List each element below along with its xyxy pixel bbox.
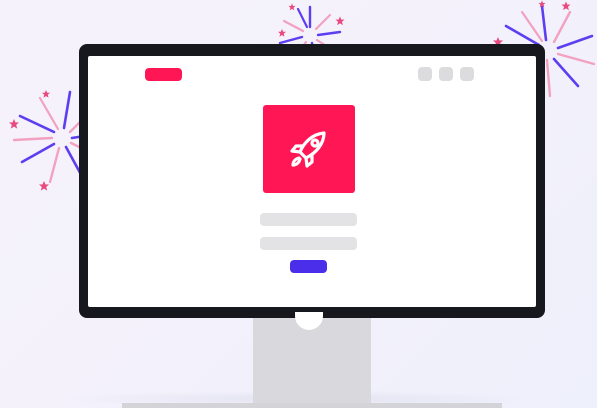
monitor-frame	[79, 44, 545, 318]
logo-placeholder	[145, 68, 182, 81]
window-control[interactable]	[439, 67, 453, 81]
text-placeholder-line	[260, 237, 357, 250]
monitor-stand	[253, 318, 371, 408]
rocket-icon	[290, 131, 326, 168]
text-placeholder-line	[260, 213, 357, 226]
monitor-stand-base	[122, 403, 502, 408]
monitor-screen	[88, 56, 536, 307]
window-control[interactable]	[460, 67, 474, 81]
window-control[interactable]	[418, 67, 432, 81]
illustration-scene	[0, 0, 597, 408]
primary-button[interactable]	[290, 260, 327, 273]
app-icon-tile	[263, 105, 355, 193]
